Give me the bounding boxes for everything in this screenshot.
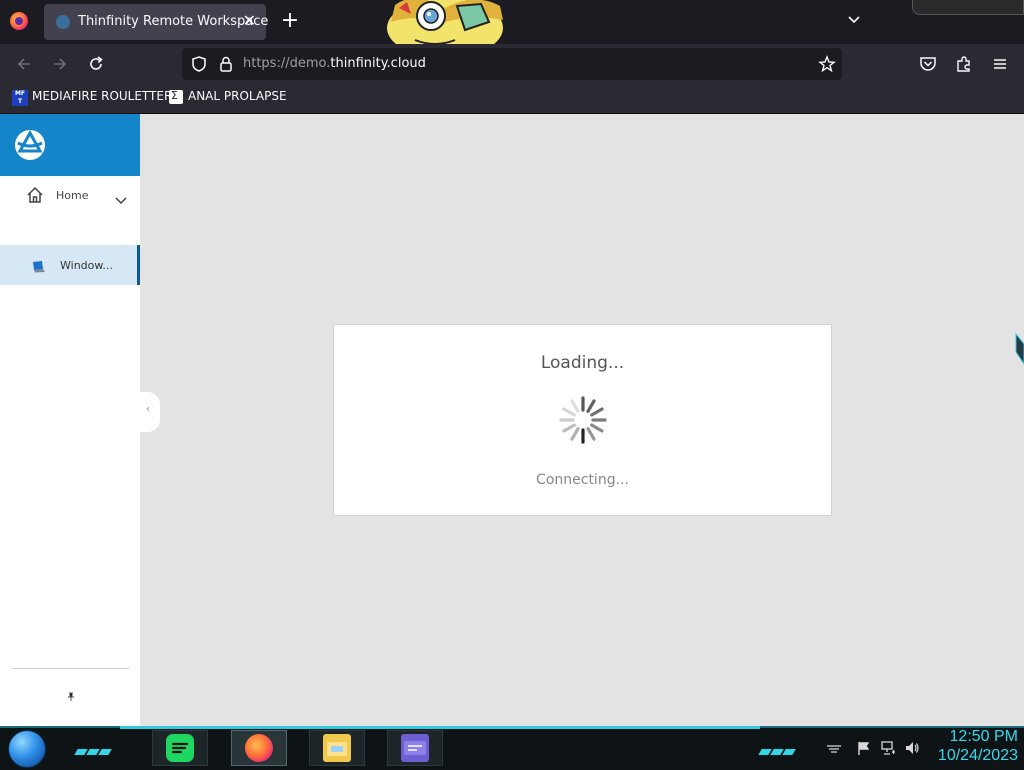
taskbar-spotify[interactable] [152,730,208,766]
back-icon[interactable] [14,54,34,74]
web-page: Home Window... ‹ Loading... Connecting..… [0,114,1024,726]
tab-title: Thinfinity Remote Workspace [78,14,269,29]
start-button[interactable] [8,730,46,768]
tab-strip: Thinfinity Remote Workspace ✕ + [0,0,1024,58]
thinfinity-logo-icon[interactable] [14,129,46,165]
chevron-left-icon: ‹ [146,404,150,415]
tray-menu-icon[interactable] [826,740,842,756]
folder-icon [323,734,351,762]
forward-icon[interactable] [50,54,70,74]
lock-icon[interactable] [218,55,234,77]
sidebar-item-label: Home [56,189,89,202]
connection-status: Connecting... [536,472,629,488]
sidebar: Home Window... [0,114,140,726]
address-bar[interactable]: https://demo.thinfinity.cloud [182,48,842,80]
taskbar-card-app[interactable] [387,730,443,766]
id-card-icon [401,734,429,762]
flag-icon[interactable] [856,740,872,756]
sidebar-item-label: Window... [60,259,113,272]
taskbar: 12:50 PM 10/24/2023 [0,726,1024,770]
tab-thinfinity[interactable]: Thinfinity Remote Workspace ✕ [44,4,269,40]
hamburger-menu-icon[interactable] [990,54,1010,78]
bookmark-star-icon[interactable] [818,55,836,77]
cursor-icon [1014,332,1024,366]
sidebar-collapse-button[interactable]: ‹ [140,392,160,432]
window-controls[interactable] [912,0,1024,15]
taskbar-file-explorer[interactable] [309,730,365,766]
navigation-toolbar: https://demo.thinfinity.cloud [0,44,1024,84]
firefox-icon [245,734,273,762]
list-all-tabs-icon[interactable] [846,12,862,28]
sidebar-item-windows[interactable]: Window... [0,245,140,285]
chevron-down-icon[interactable] [115,191,127,210]
url-scheme: https:// [243,56,290,71]
new-tab-button[interactable]: + [279,8,301,34]
firefox-menu-icon[interactable] [10,12,28,30]
close-tab-icon[interactable]: ✕ [243,11,256,30]
mediafire-bookmark-icon: MF T [12,90,28,106]
pin-icon[interactable] [67,692,75,705]
sidebar-divider [12,668,129,669]
url-subdomain: demo. [289,56,331,71]
bookmark-anal-prolapse[interactable]: ANAL PROLAPSE [188,89,287,103]
taskbar-accent-line [120,726,760,729]
clock-time[interactable]: 12:50 PM [928,728,1018,746]
reload-icon[interactable] [86,54,106,74]
bookmark-mediafire-rouletter[interactable]: MEDIAFIRE ROULETTER [32,89,172,103]
sidebar-header [0,114,140,176]
tracking-protection-shield-icon[interactable] [190,55,208,77]
sidebar-item-home[interactable]: Home [0,180,140,212]
bookmark-favicon-icon [169,89,183,104]
laptop-icon [32,258,46,273]
extensions-icon[interactable] [954,54,974,78]
loading-dialog: Loading... Connecting... [333,324,832,516]
spotify-icon [166,734,194,762]
network-icon[interactable] [880,740,896,756]
loading-spinner-icon [558,395,608,445]
tab-favicon-icon [56,15,70,29]
taskbar-decoration [74,740,112,759]
url-text[interactable]: https://demo.thinfinity.cloud [243,56,426,71]
dialog-title: Loading... [540,353,625,373]
taskbar-firefox[interactable] [231,730,287,766]
home-icon [26,186,44,208]
clock-date[interactable]: 10/24/2023 [928,747,1018,765]
taskbar-decoration [758,740,796,759]
url-domain: thinfinity.cloud [330,56,426,71]
volume-icon[interactable] [904,740,920,756]
pocket-icon[interactable] [918,54,938,78]
bookmarks-toolbar: MF T MEDIAFIRE ROULETTER ANAL PROLAPSE [0,84,1024,114]
